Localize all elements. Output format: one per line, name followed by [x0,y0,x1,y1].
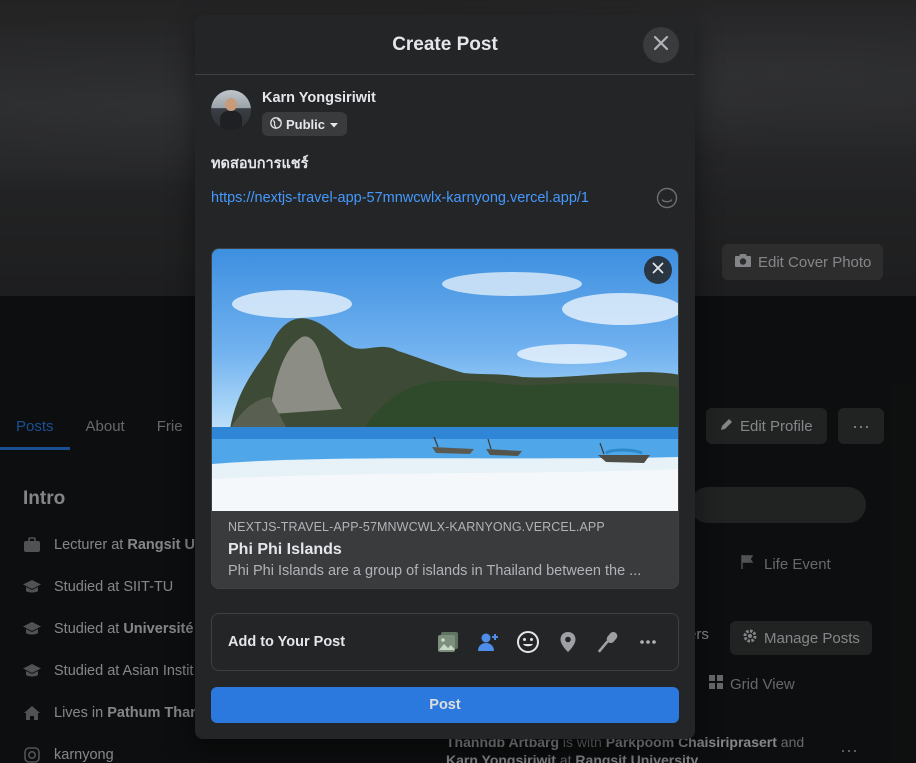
feeling-icon[interactable] [514,628,542,656]
add-to-post-bar: Add to Your Post [211,613,679,671]
privacy-label: Public [286,116,326,132]
close-dialog-button[interactable] [643,27,679,63]
add-to-post-label: Add to Your Post [228,634,346,650]
link-preview-domain: NEXTJS-TRAVEL-APP-57MNWCWLX-KARNYONG.VER… [228,520,605,534]
link-preview-card[interactable]: NEXTJS-TRAVEL-APP-57MNWCWLX-KARNYONG.VER… [211,248,679,589]
create-post-dialog: Create Post Karn Yongsiriwit Public ทดสอ… [195,15,695,739]
dialog-header: Create Post [195,15,695,75]
close-icon [652,261,664,279]
caret-down-icon [329,117,339,132]
close-icon [653,35,669,56]
author-name: Karn Yongsiriwit [262,90,376,106]
post-button[interactable]: Post [211,687,679,723]
globe-icon [270,116,282,132]
more-icon[interactable] [634,628,662,656]
dialog-title: Create Post [392,33,498,55]
photo-video-icon[interactable] [434,628,462,656]
link-preview-description: Phi Phi Islands are a group of islands i… [228,563,642,579]
tag-people-icon[interactable] [474,628,502,656]
post-text[interactable]: ทดสอบการแชร์ [211,152,308,175]
post-author: Karn Yongsiriwit Public [211,90,376,136]
remove-preview-button[interactable] [644,256,672,284]
post-link[interactable]: https://nextjs-travel-app-57mnwcwlx-karn… [211,190,589,206]
emoji-picker-button[interactable] [655,187,679,214]
link-preview-title: Phi Phi Islands [228,541,342,558]
add-to-post-icons [434,628,662,656]
smiley-icon [656,187,678,214]
avatar [211,90,251,130]
link-preview-image [212,249,678,511]
privacy-selector[interactable]: Public [262,112,348,136]
link-preview-meta: NEXTJS-TRAVEL-APP-57MNWCWLX-KARNYONG.VER… [212,511,678,579]
check-in-icon[interactable] [554,628,582,656]
live-video-icon[interactable] [594,628,622,656]
